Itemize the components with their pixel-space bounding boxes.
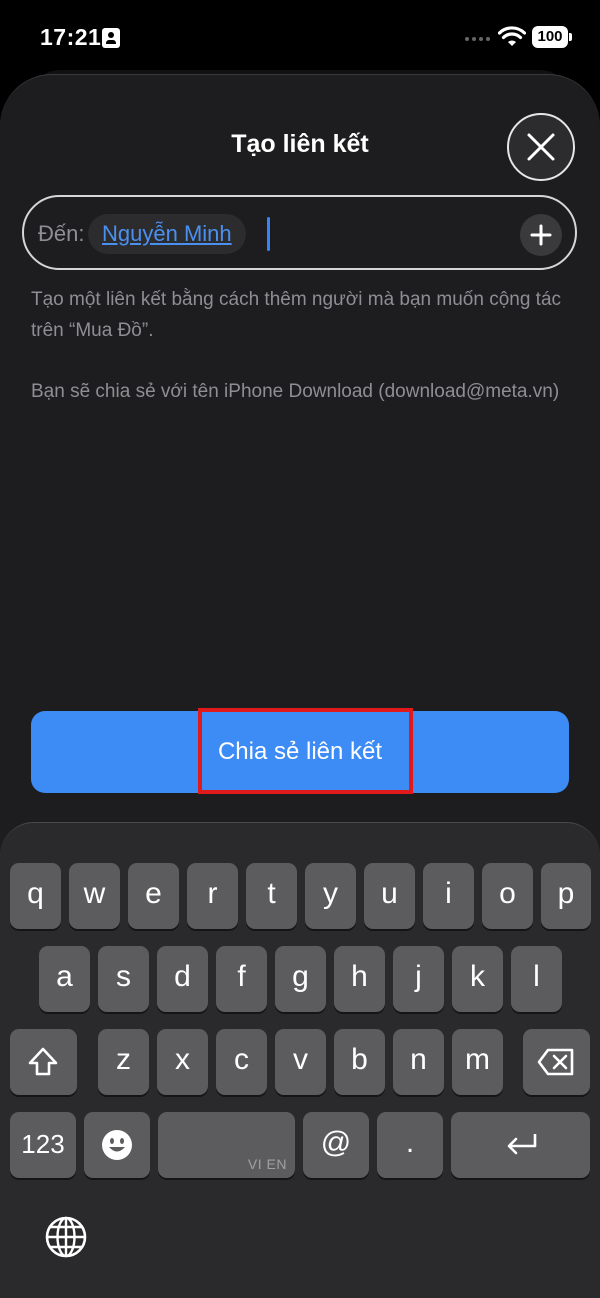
- plus-icon: [530, 224, 552, 246]
- key-m[interactable]: m: [452, 1029, 503, 1095]
- key-i[interactable]: i: [423, 863, 474, 929]
- key-g[interactable]: g: [275, 946, 326, 1012]
- numbers-key[interactable]: 123: [10, 1112, 76, 1178]
- recipient-name: Nguyễn Minh: [102, 221, 232, 246]
- key-k[interactable]: k: [452, 946, 503, 1012]
- at-key[interactable]: @: [303, 1112, 369, 1178]
- emoji-key[interactable]: [84, 1112, 150, 1178]
- shift-icon: [28, 1047, 58, 1076]
- contact-card-icon: [102, 28, 120, 48]
- key-w[interactable]: w: [69, 863, 120, 929]
- key-b[interactable]: b: [334, 1029, 385, 1095]
- key-j[interactable]: j: [393, 946, 444, 1012]
- battery-indicator: 100: [532, 26, 572, 48]
- add-recipient-button[interactable]: [520, 214, 562, 256]
- language-hint: VI EN: [247, 1156, 287, 1172]
- key-z[interactable]: z: [98, 1029, 149, 1095]
- key-f[interactable]: f: [216, 946, 267, 1012]
- recipient-chip[interactable]: Nguyễn Minh: [88, 214, 246, 254]
- key-y[interactable]: y: [305, 863, 356, 929]
- recipient-field[interactable]: Đến: Nguyễn Minh: [22, 195, 577, 270]
- backspace-icon: [537, 1048, 574, 1076]
- key-v[interactable]: v: [275, 1029, 326, 1095]
- key-p[interactable]: p: [541, 863, 591, 929]
- key-x[interactable]: x: [157, 1029, 208, 1095]
- close-button[interactable]: [507, 113, 575, 181]
- key-s[interactable]: s: [98, 946, 149, 1012]
- to-label: Đến:: [38, 221, 85, 246]
- share-identity-text: Bạn sẽ chia sẻ với tên iPhone Download (…: [31, 381, 560, 402]
- text-cursor: [267, 217, 270, 251]
- return-icon: [507, 1134, 537, 1155]
- key-e[interactable]: e: [128, 863, 179, 929]
- key-o[interactable]: o: [482, 863, 533, 929]
- key-r[interactable]: r: [187, 863, 238, 929]
- delete-key[interactable]: [523, 1029, 590, 1095]
- key-d[interactable]: d: [157, 946, 208, 1012]
- status-time: 17:21: [40, 24, 102, 50]
- dot-key[interactable]: .: [377, 1112, 443, 1178]
- shift-key[interactable]: [10, 1029, 77, 1095]
- key-q[interactable]: q: [10, 863, 61, 929]
- key-a[interactable]: a: [39, 946, 90, 1012]
- close-icon: [527, 133, 555, 161]
- signal-dots-icon: [465, 37, 490, 41]
- status-bar: 17:21 100: [0, 0, 600, 74]
- key-t[interactable]: t: [246, 863, 297, 929]
- wifi-icon: [498, 26, 526, 46]
- key-l[interactable]: l: [511, 946, 562, 1012]
- return-key[interactable]: [451, 1112, 590, 1178]
- key-n[interactable]: n: [393, 1029, 444, 1095]
- share-link-button[interactable]: Chia sẻ liên kết: [31, 711, 569, 793]
- key-u[interactable]: u: [364, 863, 415, 929]
- key-c[interactable]: c: [216, 1029, 267, 1095]
- key-h[interactable]: h: [334, 946, 385, 1012]
- globe-icon[interactable]: [44, 1215, 88, 1259]
- description-text: Tạo một liên kết bằng cách thêm người mà…: [31, 289, 562, 341]
- share-link-label: Chia sẻ liên kết: [217, 738, 383, 765]
- emoji-icon: [102, 1130, 132, 1160]
- space-key[interactable]: VI EN: [158, 1112, 295, 1178]
